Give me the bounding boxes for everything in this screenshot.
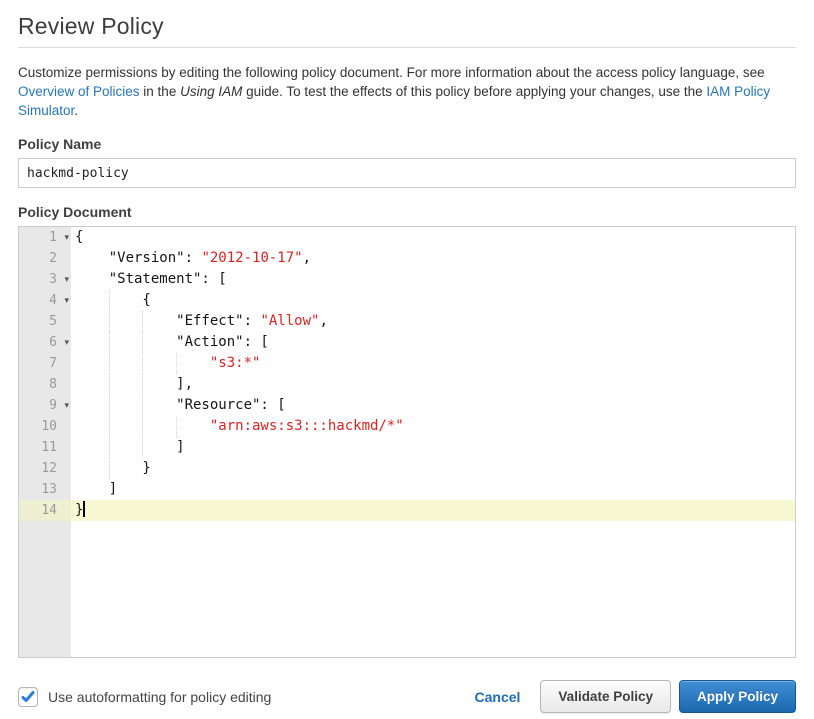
gutter-line-number: 3▾ [19,269,71,290]
gutter-line-number: 2 [19,248,71,269]
indent-guide [109,353,110,374]
intro-part1: Customize permissions by editing the fol… [18,65,765,80]
fold-arrow-icon[interactable]: ▾ [64,269,69,290]
code-line[interactable]: "Version": "2012-10-17", [71,248,795,269]
indent-guide [109,332,110,353]
indent-guide [142,311,143,332]
indent-guide [176,416,177,437]
overview-of-policies-link[interactable]: Overview of Policies [18,84,140,99]
policy-document-label: Policy Document [18,204,796,220]
gutter-line-number: 7 [19,353,71,374]
gutter-line-number: 6▾ [19,332,71,353]
indent-guide [109,374,110,395]
code-line[interactable]: } [71,500,795,521]
apply-policy-button[interactable]: Apply Policy [679,680,796,713]
editor-code-area[interactable]: { "Version": "2012-10-17", "Statement": … [71,227,795,657]
gutter-line-number: 10 [19,416,71,437]
gutter-line-number: 4▾ [19,290,71,311]
gutter-line-number: 5 [19,311,71,332]
guide-name: Using IAM [180,84,242,99]
code-line[interactable]: "Effect": "Allow", [71,311,795,332]
code-line[interactable]: ] [71,479,795,500]
policy-document-editor[interactable]: 1▾23▾4▾56▾789▾1011121314 { "Version": "2… [18,226,796,658]
indent-guide [109,437,110,458]
code-line[interactable]: ] [71,437,795,458]
indent-guide [109,311,110,332]
gutter-line-number: 1▾ [19,227,71,248]
indent-guide [142,332,143,353]
gutter-line-number: 12 [19,458,71,479]
indent-guide [142,374,143,395]
intro-part2: in the [140,84,181,99]
page-title: Review Policy [18,12,796,40]
policy-name-label: Policy Name [18,136,796,152]
cancel-button[interactable]: Cancel [475,689,521,705]
code-line[interactable]: { [71,227,795,248]
editor-gutter: 1▾23▾4▾56▾789▾1011121314 [19,227,71,657]
indent-guide [142,395,143,416]
code-line[interactable]: "s3:*" [71,353,795,374]
fold-arrow-icon[interactable]: ▾ [64,332,69,353]
fold-arrow-icon[interactable]: ▾ [64,227,69,248]
code-line[interactable]: ], [71,374,795,395]
autoformat-checkbox[interactable] [18,687,38,707]
code-line[interactable]: "Statement": [ [71,269,795,290]
code-line[interactable]: } [71,458,795,479]
autoformat-option[interactable]: Use autoformatting for policy editing [18,687,271,707]
code-line[interactable]: { [71,290,795,311]
policy-name-input[interactable] [18,158,796,188]
title-divider [18,47,796,48]
gutter-line-number: 9▾ [19,395,71,416]
gutter-line-number: 13 [19,479,71,500]
indent-guide [109,416,110,437]
footer-actions: Cancel Validate Policy Apply Policy [475,680,797,713]
indent-guide [109,395,110,416]
text-cursor [83,501,85,517]
intro-part4: . [74,103,78,118]
gutter-line-number: 11 [19,437,71,458]
indent-guide [109,290,110,311]
code-line[interactable]: "Action": [ [71,332,795,353]
checkmark-icon [21,691,35,703]
validate-policy-button[interactable]: Validate Policy [540,680,671,713]
gutter-line-number: 8 [19,374,71,395]
indent-guide [142,353,143,374]
indent-guide [176,353,177,374]
review-policy-page: Review Policy Customize permissions by e… [0,0,814,713]
code-line[interactable]: "Resource": [ [71,395,795,416]
indent-guide [109,458,110,479]
intro-text: Customize permissions by editing the fol… [18,63,796,120]
indent-guide [142,416,143,437]
fold-arrow-icon[interactable]: ▾ [64,395,69,416]
gutter-line-number: 14 [19,500,71,521]
intro-part3: guide. To test the effects of this polic… [242,84,706,99]
footer-bar: Use autoformatting for policy editing Ca… [18,680,796,713]
code-line[interactable]: "arn:aws:s3:::hackmd/*" [71,416,795,437]
indent-guide [142,437,143,458]
autoformat-label: Use autoformatting for policy editing [48,689,271,705]
fold-arrow-icon[interactable]: ▾ [64,290,69,311]
